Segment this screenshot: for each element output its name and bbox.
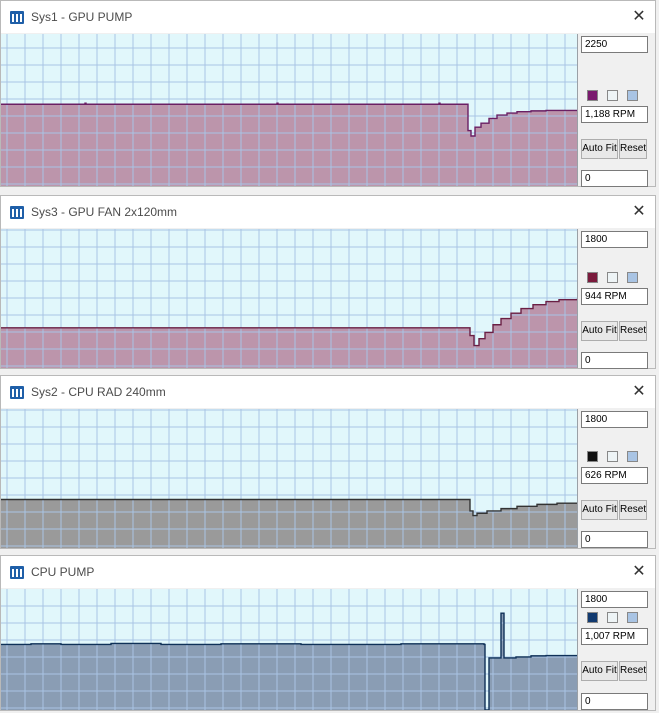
scale-max-field[interactable]: 2250 [581,36,648,53]
title-bar[interactable]: Sys1 - GPU PUMP ✕ [1,1,655,33]
app-icon [10,566,24,579]
rpm-area [1,499,577,548]
rpm-graph-svg [1,589,577,710]
scale-min-field[interactable]: 0 [581,693,648,710]
line-color-swatch[interactable] [587,272,598,283]
grid-color-swatch[interactable] [627,451,638,462]
app-icon [10,206,24,219]
line-color-swatch[interactable] [587,451,598,462]
reset-button[interactable]: Reset [619,500,647,520]
fill-color-swatch[interactable] [607,90,618,101]
grid-color-swatch[interactable] [627,272,638,283]
rpm-graph [1,229,578,368]
current-rpm-readout: 1,188 RPM [581,106,648,123]
reset-button[interactable]: Reset [619,661,647,681]
current-rpm-readout: 626 RPM [581,467,648,484]
auto-fit-button[interactable]: Auto Fit [581,139,618,159]
window-title: CPU PUMP [31,565,95,579]
fill-color-swatch[interactable] [607,612,618,623]
close-icon[interactable]: ✕ [629,562,649,582]
rpm-graph [1,409,578,548]
fan-monitor-window-sys1: Sys1 - GPU PUMP ✕ 2250 1,188 RPM Auto Fi… [0,0,656,187]
title-bar[interactable]: CPU PUMP ✕ [1,556,655,588]
reset-button[interactable]: Reset [619,139,647,159]
rpm-graph [1,34,578,186]
grid-color-swatch[interactable] [627,90,638,101]
window-title: Sys1 - GPU PUMP [31,10,133,24]
scale-max-field[interactable]: 1800 [581,591,648,608]
line-color-swatch[interactable] [587,90,598,101]
window-title: Sys3 - GPU FAN 2x120mm [31,205,178,219]
fan-monitor-window-sys2: Sys2 - CPU RAD 240mm ✕ 1800 626 RPM Auto… [0,375,656,549]
rpm-graph-svg [1,34,577,186]
close-icon[interactable]: ✕ [629,7,649,27]
app-icon [10,11,24,24]
rpm-area [1,298,577,368]
app-icon [10,386,24,399]
auto-fit-button[interactable]: Auto Fit [581,661,618,681]
fill-color-swatch[interactable] [607,451,618,462]
rpm-area [1,613,577,710]
current-rpm-readout: 1,007 RPM [581,628,648,645]
reset-button[interactable]: Reset [619,321,647,341]
scale-max-field[interactable]: 1800 [581,411,648,428]
grid-color-swatch[interactable] [627,612,638,623]
current-rpm-readout: 944 RPM [581,288,648,305]
auto-fit-button[interactable]: Auto Fit [581,500,618,520]
fill-color-swatch[interactable] [607,272,618,283]
line-color-swatch[interactable] [587,612,598,623]
scale-min-field[interactable]: 0 [581,170,648,187]
scale-max-field[interactable]: 1800 [581,231,648,248]
fan-monitor-window-cpu-pump: CPU PUMP ✕ 1800 1,007 RPM Auto Fit Reset… [0,555,656,711]
title-bar[interactable]: Sys3 - GPU FAN 2x120mm ✕ [1,196,655,228]
rpm-graph-svg [1,229,577,368]
title-bar[interactable]: Sys2 - CPU RAD 240mm ✕ [1,376,655,408]
auto-fit-button[interactable]: Auto Fit [581,321,618,341]
scale-min-field[interactable]: 0 [581,531,648,548]
scale-min-field[interactable]: 0 [581,352,648,369]
close-icon[interactable]: ✕ [629,202,649,222]
fan-monitor-window-sys3: Sys3 - GPU FAN 2x120mm ✕ 1800 944 RPM Au… [0,195,656,369]
rpm-graph [1,589,578,710]
close-icon[interactable]: ✕ [629,382,649,402]
window-title: Sys2 - CPU RAD 240mm [31,385,166,399]
rpm-graph-svg [1,409,577,548]
